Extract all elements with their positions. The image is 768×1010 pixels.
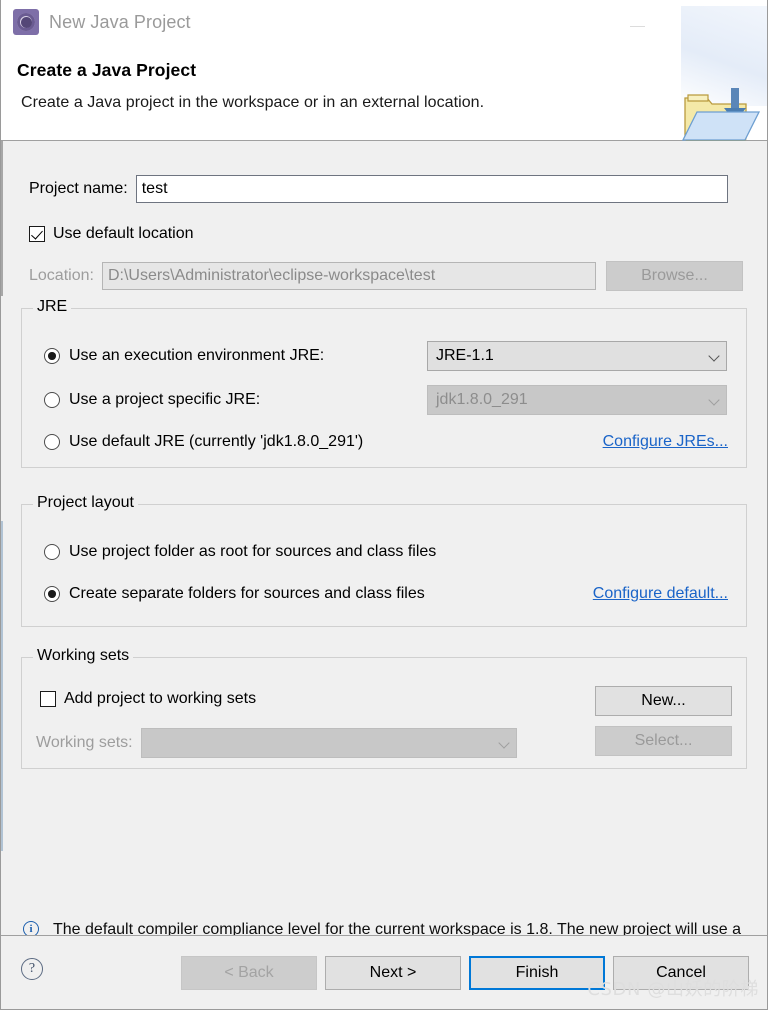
back-button[interactable]: < Back (181, 956, 317, 990)
jre-option-project-specific[interactable]: Use a project specific JRE: (44, 391, 260, 409)
wizard-header: Create a Java Project Create a Java proj… (1, 6, 767, 142)
add-project-to-working-sets-checkbox[interactable] (40, 691, 56, 707)
title-bar: New Java Project (1, 0, 767, 44)
configure-jres-link[interactable]: Configure JREs... (603, 433, 728, 451)
layout-separate-folders-label: Create separate folders for sources and … (69, 585, 425, 602)
page-title: Create a Java Project (17, 60, 197, 80)
use-default-location-checkbox[interactable] (29, 226, 45, 242)
layout-separate-folders-radio[interactable] (44, 586, 60, 602)
jre-option-execution-environment[interactable]: Use an execution environment JRE: (44, 347, 324, 365)
project-layout-group: Project layout Use project folder as roo… (21, 494, 747, 627)
project-name-label: Project name: (29, 180, 128, 197)
java-project-folder-icon (681, 88, 761, 142)
select-working-set-button[interactable]: Select... (595, 726, 732, 756)
jre-project-specific-combo[interactable]: jdk1.8.0_291 (427, 385, 727, 415)
working-sets-group-title: Working sets (33, 647, 134, 665)
watermark: CSDN @山妖的阶梯 (587, 979, 759, 1000)
minimize-icon (629, 26, 645, 27)
jre-project-specific-radio[interactable] (44, 392, 60, 408)
jre-default-label: Use default JRE (currently 'jdk1.8.0_291… (69, 433, 364, 450)
page-description: Create a Java project in the workspace o… (21, 94, 485, 111)
finish-button[interactable]: Finish (469, 956, 605, 990)
project-name-input[interactable]: test (135, 175, 728, 203)
jre-execution-environment-combo[interactable]: JRE-1.1 (427, 341, 727, 371)
browse-button[interactable]: Browse... (605, 261, 743, 291)
location-value: D:\Users\Administrator\eclipse-workspace… (107, 267, 436, 284)
help-icon[interactable]: ? (21, 958, 43, 980)
wizard-body: Project name: test Use default location … (1, 141, 767, 963)
dialog-footer: ? < Back Next > Finish Cancel CSDN @山妖的阶… (1, 935, 767, 1009)
add-project-to-working-sets-row[interactable]: Add project to working sets (40, 690, 256, 708)
layout-option-separate-folders[interactable]: Create separate folders for sources and … (44, 585, 425, 603)
jre-execution-environment-label: Use an execution environment JRE: (69, 347, 325, 364)
jre-group: JRE Use an execution environment JRE: JR… (21, 298, 747, 468)
chevron-down-icon (709, 395, 720, 406)
location-row: Location: D:\Users\Administrator\eclipse… (29, 261, 743, 291)
location-label: Location: (29, 267, 94, 284)
gear-icon (13, 9, 39, 35)
chevron-down-icon (709, 351, 720, 362)
jre-default-radio[interactable] (44, 434, 60, 450)
minimize-button[interactable] (611, 0, 663, 44)
window-title: New Java Project (49, 11, 191, 32)
chevron-down-icon (499, 738, 510, 749)
project-name-row: Project name: test (29, 175, 743, 203)
add-project-to-working-sets-label: Add project to working sets (64, 690, 257, 707)
configure-default-link[interactable]: Configure default... (593, 585, 728, 603)
working-sets-label: Working sets: (36, 734, 133, 751)
new-java-project-dialog: New Java Project Create a Java Project C… (0, 0, 768, 1010)
working-sets-select-row: Working sets: (36, 728, 517, 758)
location-input[interactable]: D:\Users\Administrator\eclipse-workspace… (101, 262, 596, 290)
layout-option-project-folder[interactable]: Use project folder as root for sources a… (44, 543, 436, 561)
project-name-value: test (141, 180, 168, 197)
jre-execution-environment-value: JRE-1.1 (436, 347, 494, 364)
layout-project-folder-label: Use project folder as root for sources a… (69, 543, 437, 560)
jre-project-specific-label: Use a project specific JRE: (69, 391, 261, 408)
layout-project-folder-radio[interactable] (44, 544, 60, 560)
jre-execution-environment-radio[interactable] (44, 348, 60, 364)
working-sets-combo[interactable] (140, 728, 517, 758)
project-layout-group-title: Project layout (33, 494, 138, 512)
left-border-accent (1, 141, 5, 935)
use-default-location-row[interactable]: Use default location (29, 225, 194, 243)
new-working-set-button[interactable]: New... (595, 686, 732, 716)
working-sets-group: Working sets Add project to working sets… (21, 647, 747, 769)
jre-project-specific-value: jdk1.8.0_291 (436, 391, 528, 408)
use-default-location-label: Use default location (53, 225, 194, 242)
jre-option-default[interactable]: Use default JRE (currently 'jdk1.8.0_291… (44, 433, 363, 451)
next-button[interactable]: Next > (325, 956, 461, 990)
jre-group-title: JRE (33, 298, 72, 316)
